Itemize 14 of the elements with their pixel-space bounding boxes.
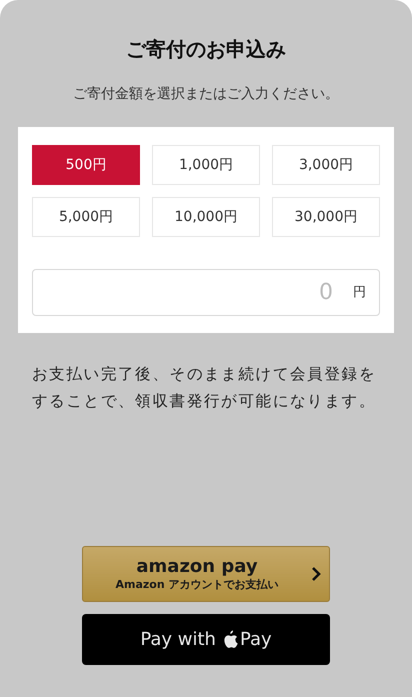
amount-option[interactable]: 10,000円 xyxy=(152,197,260,237)
apple-icon xyxy=(222,630,238,649)
amazon-pay-button[interactable]: amazon pay Amazon アカウントでお支払い xyxy=(82,546,330,602)
page-title: ご寄付のお申込み xyxy=(125,36,287,63)
membership-note: お支払い完了後、そのまま続けて会員登録をすることで、領収書発行が可能になります。 xyxy=(32,364,377,412)
apple-pay-button[interactable]: Pay with Pay xyxy=(82,614,330,665)
amount-option[interactable]: 500円 xyxy=(32,145,140,185)
amount-option[interactable]: 3,000円 xyxy=(272,145,380,185)
amount-option[interactable]: 30,000円 xyxy=(272,197,380,237)
amount-option[interactable]: 1,000円 xyxy=(152,145,260,185)
currency-unit: 円 xyxy=(353,284,366,301)
chevron-icon xyxy=(311,566,321,582)
instruction-text: ご寄付金額を選択またはご入力ください。 xyxy=(72,85,340,103)
amount-option[interactable]: 5,000円 xyxy=(32,197,140,237)
